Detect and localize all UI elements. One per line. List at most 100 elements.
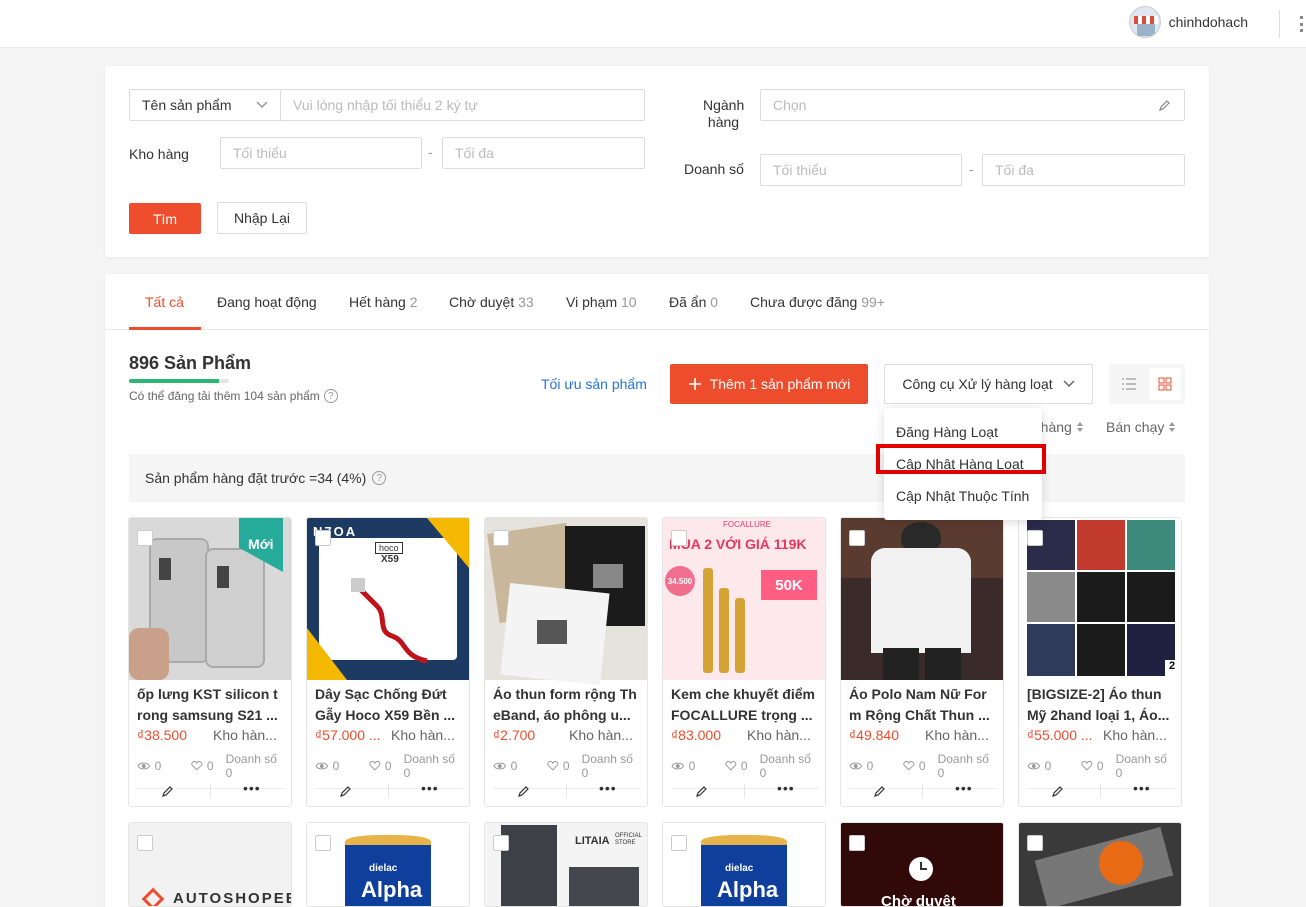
add-product-button[interactable]: Thêm 1 sản phẩm mới [670,364,868,404]
product-card[interactable]: dielac Alpha [306,822,470,907]
product-card[interactable]: 2 [BIGSIZE-2] Áo thun Mỹ 2hand loại 1, Áo… [1018,517,1182,807]
more-menu-icon[interactable] [1300,16,1306,32]
edit-icon[interactable] [339,784,353,798]
user-menu[interactable]: chinhdohach [1128,6,1248,38]
stock-max-input[interactable]: Tối đa [442,137,645,169]
product-card[interactable]: Áo thun form rộng Th eBand, áo phông u...… [484,517,648,807]
top-bar: chinhdohach [0,0,1306,48]
more-options-icon[interactable]: ••• [777,780,795,796]
brand-text: FOCALLURE [723,520,772,529]
product-stock: Kho hàn... [213,727,277,743]
product-card[interactable]: LITAIA OFFICIAL STORE [484,822,648,907]
avatar[interactable] [1128,6,1161,38]
chevron-down-icon [256,101,268,109]
optimize-products-link[interactable]: Tối ưu sản phẩm [541,376,647,392]
username[interactable]: chinhdohach [1169,14,1248,30]
product-price: ₫83.000 [671,727,722,743]
product-image: dielac Alpha [307,823,469,906]
bulk-tools-button[interactable]: Công cụ Xử lý hàng loạt [884,364,1093,404]
product-checkbox[interactable] [849,835,865,851]
field-select[interactable]: Tên sản phẩm [129,89,281,121]
more-options-icon[interactable]: ••• [243,780,261,796]
more-options-icon[interactable]: ••• [955,780,973,796]
product-name-line: Kem che khuyết điểm [671,686,815,702]
product-checkbox[interactable] [493,835,509,851]
product-name[interactable]: Áo thun form rộng Th eBand, áo phông u... [493,684,641,726]
product-checkbox[interactable] [1027,530,1043,546]
search-input[interactable]: Vui lòng nhập tối thiểu 2 ký tự [280,89,645,121]
product-card[interactable] [1018,822,1182,907]
edit-icon[interactable] [873,784,887,798]
product-card[interactable]: Mới ốp lưng KST silicon t rong samsung S2… [128,517,292,807]
product-card[interactable]: FOCALLURE MUA 2 VỚI GIÁ 119K 34.500 50K … [662,517,826,807]
product-price: ₫49.840 [849,727,900,743]
filter-panel: Tên sản phẩm Vui lòng nhập tối thiểu 2 k… [105,66,1209,257]
product-name[interactable]: Dây Sạc Chống Đứt Gẫy Hoco X59 Bền ... [315,684,463,726]
product-name[interactable]: Kem che khuyết điểm FOCALLURE trọng ... [671,684,819,726]
category-placeholder: Chọn [773,97,807,113]
edit-icon[interactable] [1051,784,1065,798]
active-tab-indicator [129,327,201,330]
list-view-icon[interactable] [1113,368,1145,400]
more-options-icon[interactable]: ••• [1133,780,1151,796]
stock-min-placeholder: Tối thiểu [233,145,287,161]
tab-pending[interactable]: Chờ duyệt 33 [449,294,534,310]
help-icon[interactable]: ? [323,389,338,403]
product-checkbox[interactable] [315,835,331,851]
product-checkbox[interactable] [315,530,331,546]
menu-item-bulk-upload[interactable]: Đăng Hàng Loạt [896,424,998,440]
header-divider [1279,10,1280,38]
tab-sold-out[interactable]: Hết hàng 2 [349,294,418,310]
edit-icon[interactable] [695,784,709,798]
dielac-text: dielac [725,863,754,874]
product-card[interactable]: N7OA hoco X59 Dây Sạc Chống Đứt Gẫy Hoco … [306,517,470,807]
product-checkbox[interactable] [1027,835,1043,851]
sort-sold[interactable]: Bán chạy [1106,419,1176,435]
eye-icon [137,762,151,770]
pending-status-text: Chờ duyệt [881,893,956,907]
product-checkbox[interactable] [671,530,687,546]
like-count: 0 [384,759,392,773]
product-card[interactable]: Chờ duyệt [840,822,1004,907]
sales-min-input[interactable]: Tối thiểu [760,154,962,186]
product-checkbox[interactable] [137,835,153,851]
sales-max-input[interactable]: Tối đa [982,154,1185,186]
product-checkbox[interactable] [849,530,865,546]
product-card[interactable]: Áo Polo Nam Nữ For m Rộng Chất Thun ... ₫… [840,517,1004,807]
more-options-icon[interactable]: ••• [599,780,617,796]
official-store-text: OFFICIAL STORE [615,833,642,846]
grid-view-icon[interactable] [1149,368,1181,400]
tab-hidden[interactable]: Đã ẩn 0 [669,294,718,310]
product-name[interactable]: Áo Polo Nam Nữ For m Rộng Chất Thun ... [849,684,997,726]
tab-label: Hết hàng [349,294,406,310]
tab-violations[interactable]: Vi phạm 10 [566,294,637,310]
menu-item-update-attributes[interactable]: Cập Nhật Thuộc Tính [896,488,1029,504]
product-card[interactable]: dielac Alpha [662,822,826,907]
sales-count: Doanh số 0 [1115,752,1167,780]
product-name[interactable]: ốp lưng KST silicon t rong samsung S21 ..… [137,684,285,726]
product-checkbox[interactable] [137,530,153,546]
product-name[interactable]: [BIGSIZE-2] Áo thun Mỹ 2hand loại 1, Áo..… [1027,684,1175,726]
sort-sold-label: Bán chạy [1106,419,1165,435]
category-select[interactable]: Chọn [760,89,1185,121]
tab-label: Tất cả [145,294,184,310]
help-icon[interactable]: ? [372,471,387,485]
preorder-text: Sản phẩm hàng đặt trước =34 (4%) [145,470,367,486]
stock-min-input[interactable]: Tối thiểu [220,137,422,169]
more-options-icon[interactable]: ••• [421,780,439,796]
tab-all[interactable]: Tất cả [145,294,184,310]
reset-button[interactable]: Nhập Lại [217,202,307,234]
product-price: ₫2.700 [493,727,536,743]
like-count: 0 [740,759,748,773]
product-image: AUTOSHOPEE [129,823,291,906]
product-card[interactable]: AUTOSHOPEE [128,822,292,907]
tab-label: Chưa được đăng [750,294,858,310]
product-checkbox[interactable] [493,530,509,546]
edit-icon[interactable] [161,784,175,798]
heart-icon [369,761,381,771]
search-button[interactable]: Tìm [129,203,201,234]
product-checkbox[interactable] [671,835,687,851]
edit-icon[interactable] [517,784,531,798]
tab-active[interactable]: Đang hoạt động [217,294,317,310]
tab-unpublished[interactable]: Chưa được đăng 99+ [750,294,885,310]
